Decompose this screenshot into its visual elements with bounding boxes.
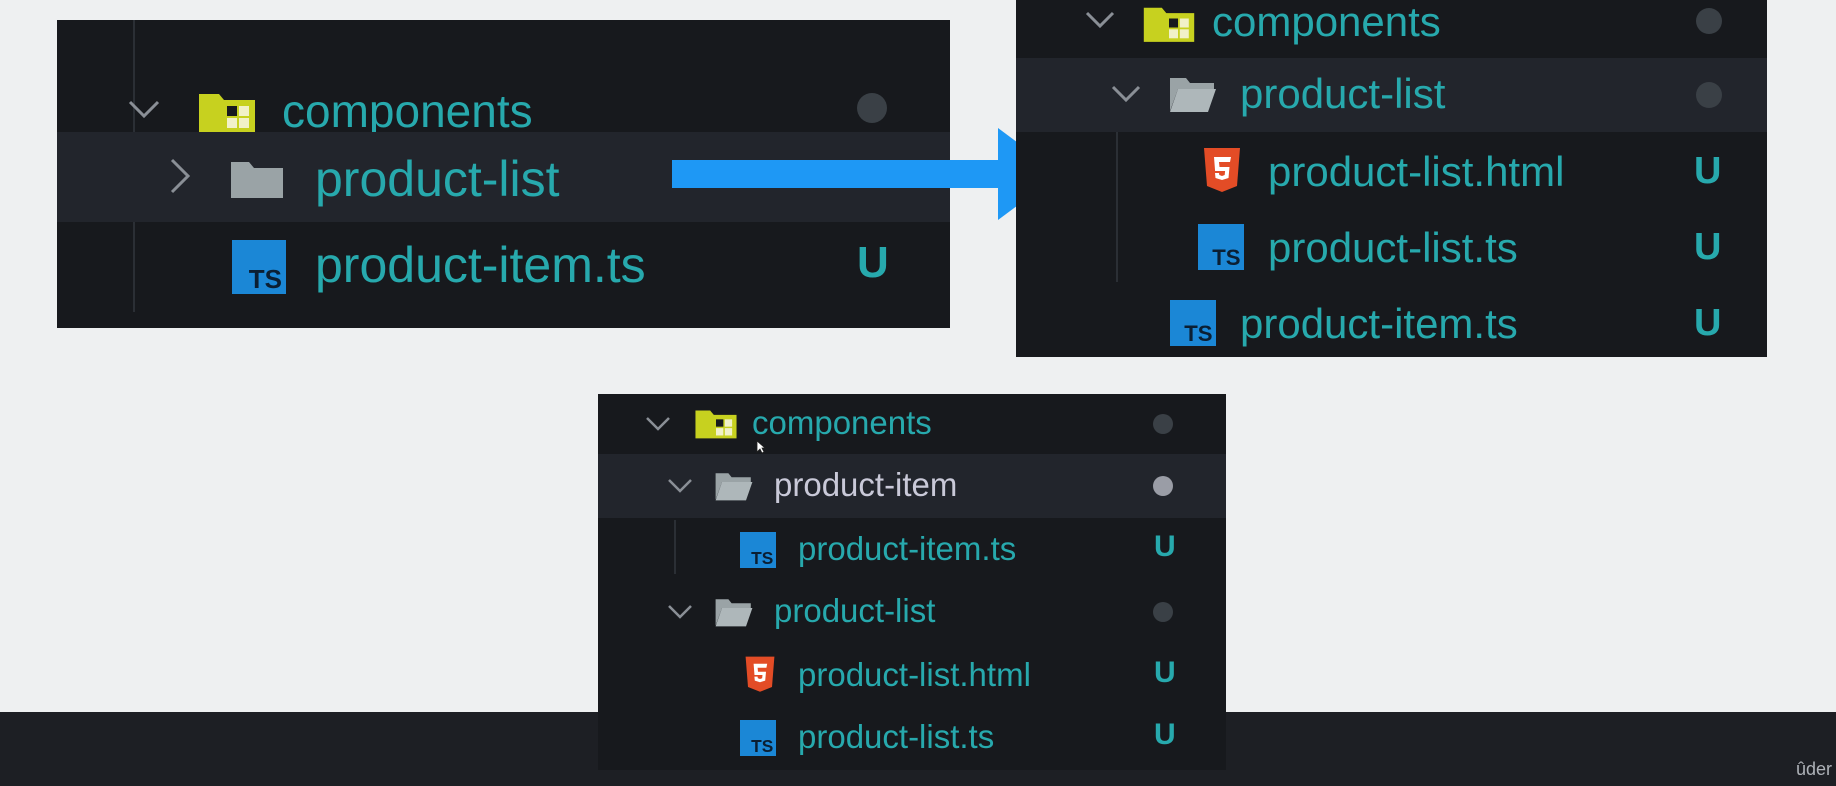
svg-text:TS: TS <box>249 264 282 294</box>
untracked-status: U <box>1694 302 1722 344</box>
folder-icon <box>229 158 285 200</box>
untracked-status: U <box>1154 718 1176 751</box>
untracked-status: U <box>1694 150 1722 192</box>
tree-label-components: components <box>282 85 533 137</box>
svg-text:TS: TS <box>1212 245 1240 270</box>
modified-dot <box>1696 82 1722 108</box>
modified-dot <box>1153 414 1173 434</box>
tree-row-product-list-ts[interactable]: TS product-list.ts U <box>1016 212 1767 286</box>
tree-row-product-list[interactable]: product-list <box>1016 58 1767 132</box>
tree-label-components: components <box>1212 0 1441 45</box>
modified-dot <box>1696 8 1722 34</box>
components-folder-icon <box>1142 2 1196 44</box>
typescript-file-icon: TS <box>1198 224 1244 270</box>
tree-row-product-item-ts[interactable]: TS product-item.ts U <box>598 518 1226 580</box>
html5-file-icon <box>744 656 776 694</box>
watermark: ûder <box>1795 759 1832 779</box>
tree-row-product-list-ts[interactable]: TS product-list.ts U <box>598 706 1226 768</box>
right-arrow <box>672 128 1060 220</box>
tree-row-product-list-html[interactable]: product-list.html U <box>1016 136 1767 210</box>
chevron-down-icon[interactable] <box>666 604 694 620</box>
tree-row-components[interactable]: components <box>1016 0 1767 50</box>
folder-open-icon <box>1168 74 1218 114</box>
untracked-status: U <box>1154 656 1176 689</box>
tree-row-product-item[interactable]: product-item <box>598 454 1226 518</box>
tree-label-product-list: product-list <box>774 592 936 629</box>
tree-row-product-list[interactable]: product-list <box>598 580 1226 644</box>
folder-open-icon <box>714 596 754 628</box>
tree-label-product-item-ts: product-item.ts <box>798 530 1017 567</box>
untracked-status: U <box>1694 226 1722 268</box>
tree-label-product-list-html: product-list.html <box>1268 148 1565 195</box>
tree-row-product-item-ts[interactable]: TS product-item.ts U <box>57 220 950 310</box>
folder-open-icon <box>714 470 754 502</box>
tree-label-product-item-ts: product-item.ts <box>315 237 646 293</box>
tree-label-product-list-html: product-list.html <box>798 656 1031 693</box>
untracked-status: U <box>1154 530 1176 563</box>
chevron-down-icon[interactable] <box>1084 10 1116 30</box>
chevron-right-icon[interactable] <box>169 157 191 195</box>
explorer-panel-expanded: components product-list product-list.htm… <box>1016 0 1767 357</box>
tree-row-product-list-html[interactable]: product-list.html U <box>598 644 1226 706</box>
svg-text:TS: TS <box>751 736 773 756</box>
tree-label-product-item-ts: product-item.ts <box>1240 300 1518 347</box>
tree-row-product-item-ts[interactable]: TS product-item.ts U <box>1016 288 1767 357</box>
chevron-down-icon[interactable] <box>666 478 694 494</box>
modified-dot <box>1153 476 1173 496</box>
html5-file-icon <box>1202 148 1242 194</box>
modified-dot <box>1153 602 1173 622</box>
svg-text:TS: TS <box>1184 321 1212 346</box>
tree-label-product-list-ts: product-list.ts <box>1268 224 1518 271</box>
typescript-file-icon: TS <box>740 532 776 568</box>
mouse-cursor <box>756 440 767 454</box>
tree-label-product-list: product-list <box>315 151 560 207</box>
tree-label-components: components <box>752 404 932 441</box>
chevron-down-icon[interactable] <box>127 98 161 120</box>
components-folder-icon <box>694 406 738 440</box>
untracked-status: U <box>857 238 889 287</box>
chevron-down-icon[interactable] <box>644 416 672 432</box>
components-folder-icon <box>197 88 257 134</box>
svg-text:TS: TS <box>751 548 773 568</box>
chevron-down-icon[interactable] <box>1110 84 1142 104</box>
tree-label-product-list: product-list <box>1240 70 1446 117</box>
typescript-file-icon: TS <box>740 720 776 756</box>
tree-label-product-list-ts: product-list.ts <box>798 718 995 755</box>
explorer-panel-result: components product-item TS product-item.… <box>598 394 1226 770</box>
tree-row-components[interactable]: components <box>598 394 1226 450</box>
modified-dot <box>857 93 887 123</box>
typescript-file-icon: TS <box>232 240 286 294</box>
tree-label-product-item: product-item <box>774 466 958 503</box>
typescript-file-icon: TS <box>1170 300 1216 346</box>
